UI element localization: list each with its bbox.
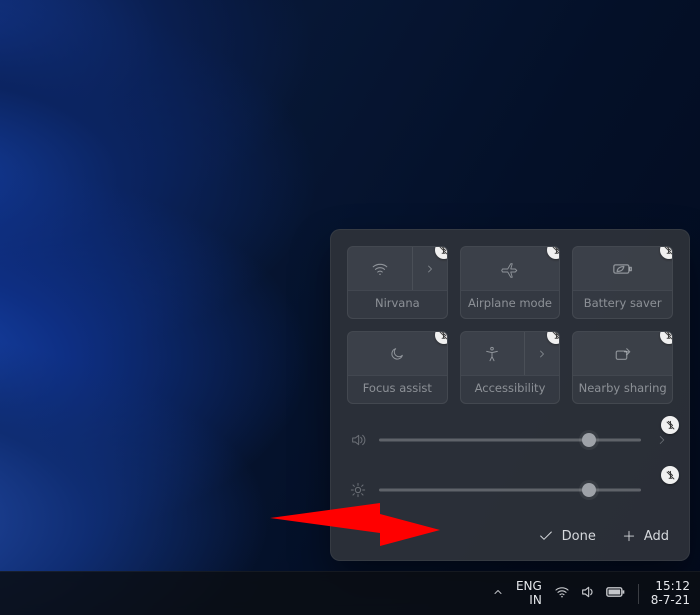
audio-output-icon[interactable] bbox=[653, 433, 671, 447]
tile-battery-saver[interactable]: Battery saver bbox=[572, 246, 673, 319]
plus-icon bbox=[622, 529, 636, 543]
volume-slider-row bbox=[347, 426, 673, 454]
volume-slider[interactable] bbox=[379, 433, 641, 447]
quick-settings-footer: Done Add bbox=[347, 522, 673, 550]
moon-icon bbox=[389, 346, 405, 362]
chevron-right-icon bbox=[536, 348, 548, 360]
tile-focus-assist[interactable]: Focus assist bbox=[347, 331, 448, 404]
wifi-tray-icon bbox=[554, 584, 570, 603]
done-button[interactable]: Done bbox=[534, 522, 600, 550]
volume-tray-icon bbox=[580, 584, 596, 603]
wifi-expand[interactable] bbox=[413, 247, 447, 290]
battery-tray-icon bbox=[606, 585, 626, 602]
wifi-toggle[interactable] bbox=[348, 247, 413, 290]
accessibility-toggle[interactable] bbox=[461, 332, 526, 375]
system-tray: ENG IN 15:12 8-7-21 bbox=[492, 580, 690, 608]
tile-accessibility[interactable]: Accessibility bbox=[460, 331, 561, 404]
add-button[interactable]: Add bbox=[618, 523, 673, 550]
brightness-slider-row bbox=[347, 476, 673, 504]
tile-label: Nirvana bbox=[348, 296, 447, 310]
divider bbox=[638, 584, 639, 604]
tile-label: Accessibility bbox=[461, 381, 560, 395]
tile-label: Focus assist bbox=[348, 381, 447, 395]
done-label: Done bbox=[562, 529, 596, 544]
speaker-icon bbox=[349, 432, 367, 448]
airplane-icon bbox=[501, 260, 519, 278]
wifi-icon bbox=[371, 260, 389, 278]
quick-settings-panel: Nirvana Airplane mode Ba bbox=[330, 229, 690, 561]
tray-status-icons[interactable] bbox=[554, 584, 626, 603]
share-icon bbox=[614, 346, 632, 362]
chevron-right-icon bbox=[424, 263, 436, 275]
tile-airplane-mode[interactable]: Airplane mode bbox=[460, 246, 561, 319]
tile-label: Airplane mode bbox=[461, 296, 560, 310]
accessibility-icon bbox=[484, 346, 500, 362]
tile-label: Nearby sharing bbox=[573, 381, 672, 395]
taskbar: ENG IN 15:12 8-7-21 bbox=[0, 571, 700, 615]
tile-wifi[interactable]: Nirvana bbox=[347, 246, 448, 319]
brightness-slider[interactable] bbox=[379, 483, 641, 497]
unpin-icon[interactable] bbox=[661, 466, 679, 484]
add-label: Add bbox=[644, 529, 669, 544]
clock[interactable]: 15:12 8-7-21 bbox=[651, 580, 690, 608]
tile-nearby-sharing[interactable]: Nearby sharing bbox=[572, 331, 673, 404]
tray-overflow-button[interactable] bbox=[492, 586, 504, 601]
check-icon bbox=[538, 528, 554, 544]
accessibility-expand[interactable] bbox=[525, 332, 559, 375]
quick-settings-tiles: Nirvana Airplane mode Ba bbox=[347, 246, 673, 404]
tile-label: Battery saver bbox=[573, 296, 672, 310]
brightness-icon bbox=[349, 482, 367, 498]
battery-leaf-icon bbox=[613, 261, 633, 277]
unpin-icon[interactable] bbox=[661, 416, 679, 434]
language-indicator[interactable]: ENG IN bbox=[516, 580, 542, 608]
